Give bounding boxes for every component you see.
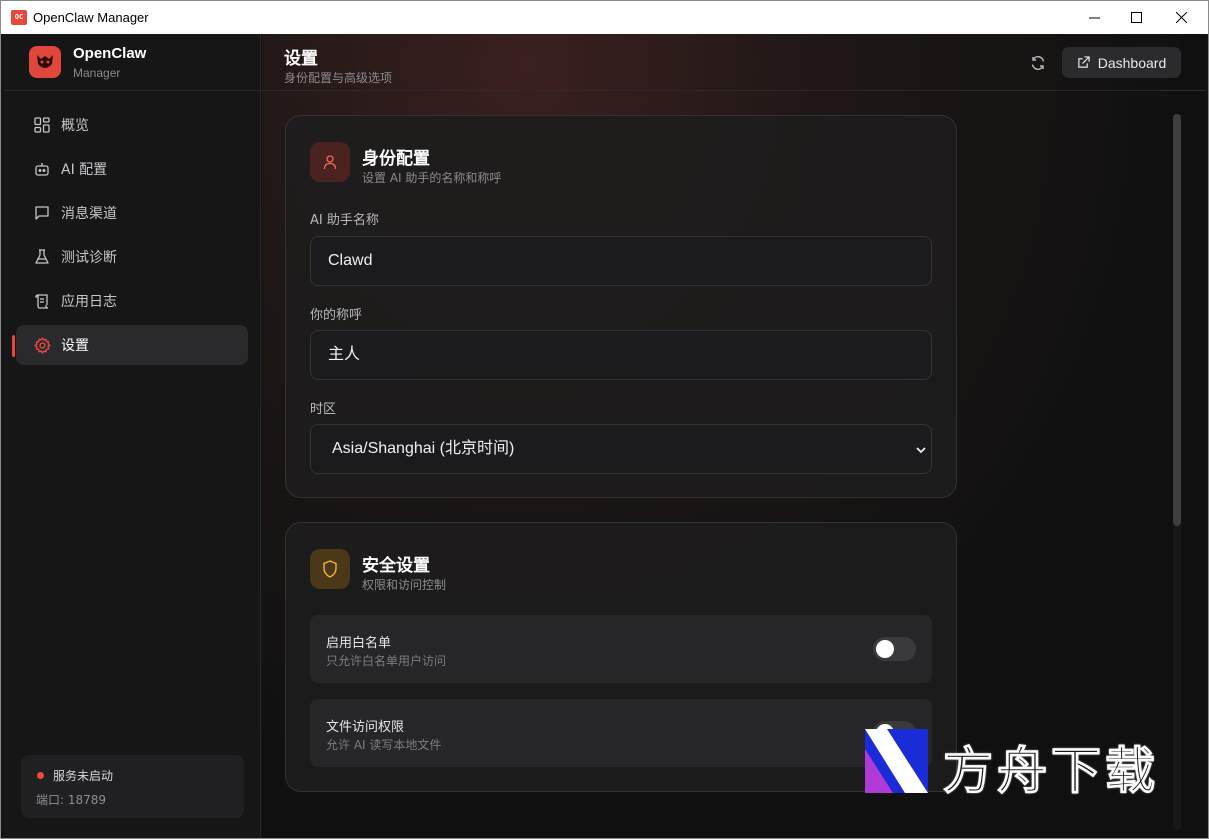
brand-subtitle: Manager xyxy=(73,66,121,80)
security-card: 安全设置 权限和访问控制 启用白名单 只允许白名单用户访问 文件访问权限 允许 … xyxy=(285,522,957,792)
sidebar-item-channels[interactable]: 消息渠道 xyxy=(16,193,248,233)
assistant-name-input[interactable]: Clawd xyxy=(310,236,932,286)
security-subtitle: 权限和访问控制 xyxy=(362,578,447,592)
close-button[interactable] xyxy=(1158,1,1204,34)
sidebar-item-diagnostics[interactable]: 测试诊断 xyxy=(16,237,248,277)
sidebar-item-label: 测试诊断 xyxy=(61,250,117,266)
main-content: 设置 身份配置与高级选项 Dashboard 身份配置 设置 AI 助手的名称和… xyxy=(262,34,1206,837)
page-subtitle: 身份配置与高级选项 xyxy=(284,71,393,85)
sidebar-item-label: 设置 xyxy=(61,338,89,354)
sidebar-item-label: 消息渠道 xyxy=(61,206,117,222)
chevron-down-icon xyxy=(916,447,926,454)
page-header: 设置 身份配置与高级选项 Dashboard xyxy=(262,34,1206,91)
watermark-text: 方舟下载 xyxy=(943,742,1159,801)
sidebar-item-settings[interactable]: 设置 xyxy=(12,325,248,365)
sidebar-item-logs[interactable]: 应用日志 xyxy=(16,281,248,321)
gear-icon xyxy=(33,336,51,354)
external-link-icon xyxy=(1078,56,1090,68)
minimize-icon xyxy=(1088,17,1100,19)
watermark-logo-icon xyxy=(865,729,928,793)
user-icon xyxy=(310,142,350,182)
logo-icon xyxy=(29,46,61,78)
user-title-label: 你的称呼 xyxy=(310,308,363,323)
identity-subtitle: 设置 AI 助手的名称和称呼 xyxy=(362,171,502,185)
refresh-button[interactable] xyxy=(1026,51,1050,75)
maximize-icon xyxy=(1130,12,1142,23)
app-icon: OC xyxy=(11,10,27,25)
dashboard-label: Dashboard xyxy=(1097,54,1167,71)
page-title: 设置 xyxy=(284,49,318,69)
file-access-desc: 允许 AI 读写本地文件 xyxy=(326,738,442,752)
message-icon xyxy=(33,204,51,222)
timezone-label: 时区 xyxy=(310,402,337,417)
app-window: OC OpenClaw Manager OpenClaw Manager 概览 xyxy=(0,0,1209,839)
refresh-icon xyxy=(1031,56,1045,70)
status-port: 端口: 18789 xyxy=(36,793,107,807)
sidebar-item-label: AI 配置 xyxy=(61,162,108,178)
whitelist-title: 启用白名单 xyxy=(326,636,392,651)
scrollbar[interactable] xyxy=(1173,114,1181,830)
security-title: 安全设置 xyxy=(362,556,430,576)
user-title-input[interactable]: 主人 xyxy=(310,330,932,380)
scroll-icon xyxy=(33,292,51,310)
identity-title: 身份配置 xyxy=(362,149,430,169)
sidebar: OpenClaw Manager 概览 AI 配置 消息渠道 测试诊断 应用日志… xyxy=(4,34,261,837)
assistant-name-label: AI 助手名称 xyxy=(310,213,379,228)
service-status: 服务未启动 端口: 18789 xyxy=(21,755,244,818)
sidebar-item-ai-config[interactable]: AI 配置 xyxy=(16,149,248,189)
whitelist-toggle[interactable] xyxy=(873,637,916,661)
sidebar-item-label: 概览 xyxy=(61,118,89,134)
whitelist-desc: 只允许白名单用户访问 xyxy=(326,654,447,668)
scrollbar-thumb[interactable] xyxy=(1173,114,1181,526)
dashboard-button[interactable]: Dashboard xyxy=(1062,47,1181,78)
sidebar-nav: 概览 AI 配置 消息渠道 测试诊断 应用日志 设置 xyxy=(12,105,248,369)
sidebar-item-overview[interactable]: 概览 xyxy=(16,105,248,145)
status-dot xyxy=(37,772,44,779)
timezone-select[interactable]: Asia/Shanghai (北京时间) xyxy=(310,424,932,474)
file-access-title: 文件访问权限 xyxy=(326,720,405,735)
grid-icon xyxy=(33,116,51,134)
shield-icon xyxy=(310,549,350,589)
brand-name: OpenClaw xyxy=(73,45,147,62)
flask-icon xyxy=(33,248,51,266)
watermark: 方舟下载 xyxy=(865,729,1195,801)
window-title: OpenClaw Manager xyxy=(33,10,149,25)
brand: OpenClaw Manager xyxy=(4,34,260,91)
sidebar-item-label: 应用日志 xyxy=(61,294,117,310)
maximize-button[interactable] xyxy=(1113,1,1159,34)
robot-icon xyxy=(33,160,51,178)
identity-card: 身份配置 设置 AI 助手的名称和称呼 AI 助手名称 Clawd 你的称呼 主… xyxy=(285,115,957,498)
title-bar: OC OpenClaw Manager xyxy=(1,1,1208,34)
whitelist-row: 启用白名单 只允许白名单用户访问 xyxy=(310,615,932,683)
close-icon xyxy=(1175,12,1187,23)
status-text: 服务未启动 xyxy=(53,769,114,783)
minimize-button[interactable] xyxy=(1071,1,1117,34)
timezone-value: Asia/Shanghai (北京时间) xyxy=(332,440,515,457)
file-access-row: 文件访问权限 允许 AI 读写本地文件 xyxy=(310,699,932,767)
